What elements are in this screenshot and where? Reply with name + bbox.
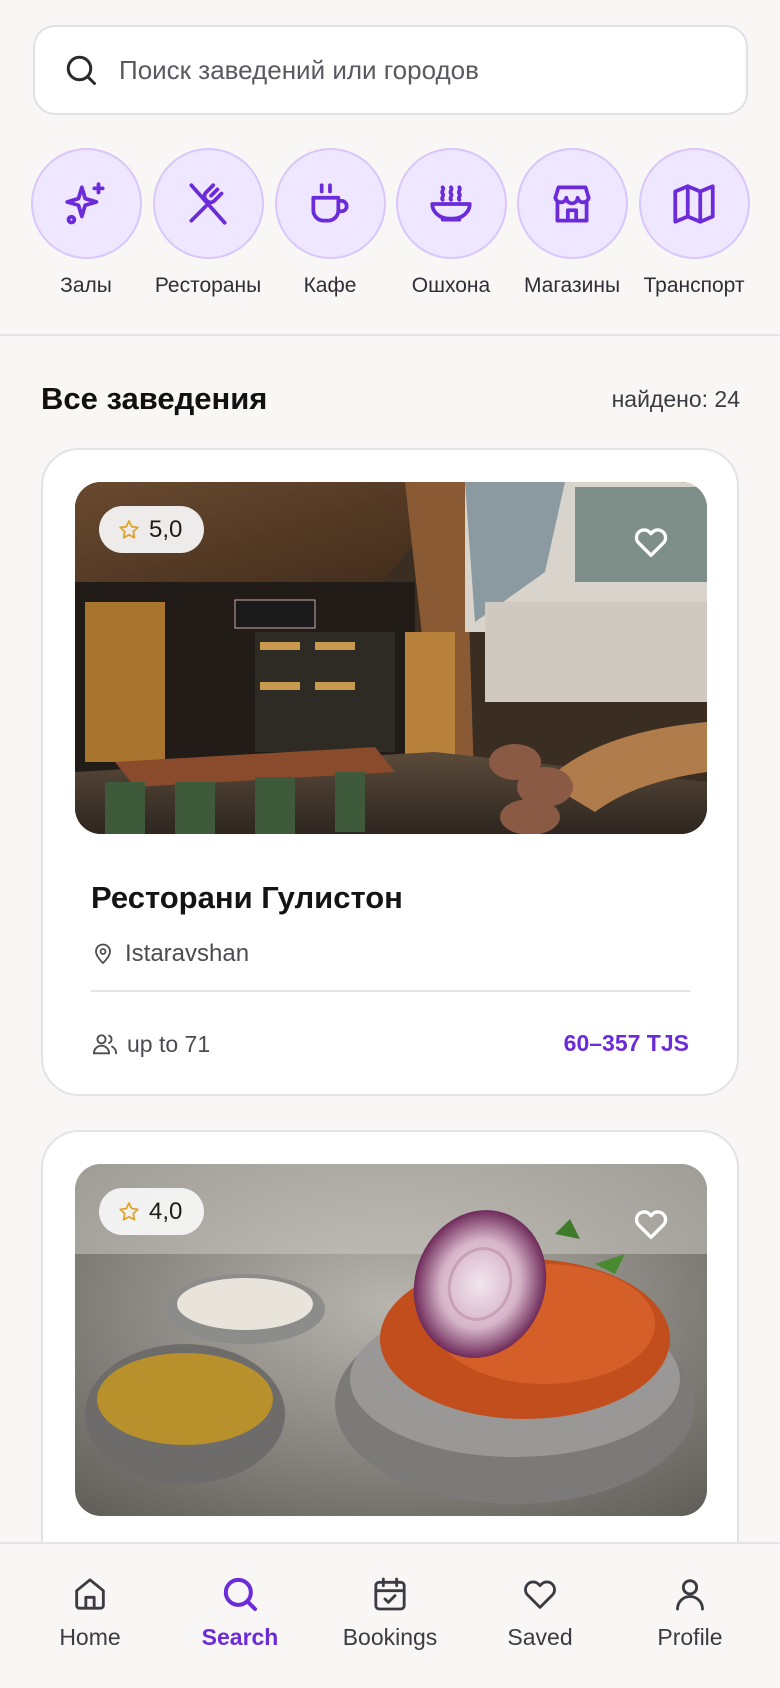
section-title: Все заведения — [41, 381, 268, 416]
category-cafe-circle[interactable] — [274, 148, 386, 259]
nav-label: Profile — [657, 1624, 723, 1650]
category-label: Транспорт — [643, 274, 745, 297]
category-cafe[interactable]: Кафе — [269, 148, 391, 298]
venue-location-text: Istaravshan — [125, 940, 250, 967]
store-icon — [553, 184, 591, 223]
search-input[interactable] — [119, 54, 719, 86]
venue-capacity: up to 71 — [91, 1030, 210, 1058]
category-shops[interactable]: Магазины — [511, 148, 633, 298]
location-pin-icon — [95, 943, 111, 965]
venue-card[interactable]: 5,0 Ресторани Гулистон Istaravshan up to… — [41, 448, 739, 1096]
sparkles-icon — [65, 181, 105, 224]
nav-bookings[interactable]: Bookings — [315, 1574, 465, 1651]
star-icon — [119, 1201, 139, 1221]
category-row: Залы Рестораны Кафе Ошхона Магазины Тран… — [0, 148, 780, 333]
rating-badge: 5,0 — [99, 506, 205, 553]
user-icon — [676, 1579, 704, 1611]
category-label: Залы — [60, 274, 112, 297]
category-label: Рестораны — [154, 274, 262, 297]
category-restaurants-circle[interactable] — [152, 148, 264, 259]
calendar-check-icon — [374, 1577, 406, 1611]
category-shops-circle[interactable] — [516, 148, 628, 259]
heart-icon — [524, 1580, 556, 1609]
nav-label: Saved — [507, 1624, 573, 1650]
category-label: Кафе — [303, 274, 357, 297]
venue-location: Istaravshan — [91, 940, 249, 968]
nav-label: Bookings — [342, 1624, 438, 1650]
users-icon — [92, 1034, 118, 1055]
soup-bowl-icon — [430, 184, 472, 221]
category-label: Ошхона — [411, 274, 491, 297]
search-icon — [223, 1577, 257, 1611]
bottom-nav: Home Search Bookings Saved Profile — [0, 1542, 780, 1688]
results-count: найдено: 24 — [611, 386, 740, 412]
star-icon — [119, 519, 139, 539]
venue-photo[interactable]: 5,0 — [75, 482, 707, 834]
utensils-icon — [189, 182, 227, 225]
category-halls[interactable]: Залы — [25, 148, 147, 298]
search-bar[interactable] — [33, 25, 748, 115]
category-label: Магазины — [523, 274, 621, 297]
nav-saved[interactable]: Saved — [465, 1574, 615, 1651]
nav-label: Search — [201, 1624, 279, 1650]
map-icon — [673, 183, 715, 224]
rating-value: 4,0 — [149, 1197, 183, 1225]
venue-price: 60–357 TJS — [563, 1030, 689, 1056]
coffee-cup-icon — [311, 182, 349, 223]
nav-profile[interactable]: Profile — [615, 1574, 765, 1651]
venue-capacity-text: up to 71 — [127, 1030, 211, 1057]
category-oshkhona-circle[interactable] — [395, 148, 507, 259]
divider — [0, 334, 780, 336]
nav-search[interactable]: Search — [165, 1574, 315, 1651]
search-icon — [66, 55, 96, 85]
card-divider — [91, 990, 691, 992]
venue-photo[interactable]: 4,0 — [75, 1164, 707, 1516]
category-oshkhona[interactable]: Ошхона — [390, 148, 512, 298]
home-icon — [75, 1578, 105, 1610]
venue-name[interactable]: Ресторани Гулистон — [91, 880, 403, 916]
category-transport-circle[interactable] — [638, 148, 750, 259]
heart-icon[interactable] — [631, 1204, 671, 1244]
rating-value: 5,0 — [149, 515, 183, 543]
rating-badge: 4,0 — [99, 1188, 205, 1235]
category-halls-circle[interactable] — [30, 148, 142, 259]
nav-home[interactable]: Home — [15, 1574, 165, 1651]
nav-label: Home — [59, 1624, 121, 1650]
category-restaurants[interactable]: Рестораны — [147, 148, 269, 298]
category-transport[interactable]: Транспорт — [633, 148, 755, 298]
heart-icon[interactable] — [631, 522, 671, 562]
